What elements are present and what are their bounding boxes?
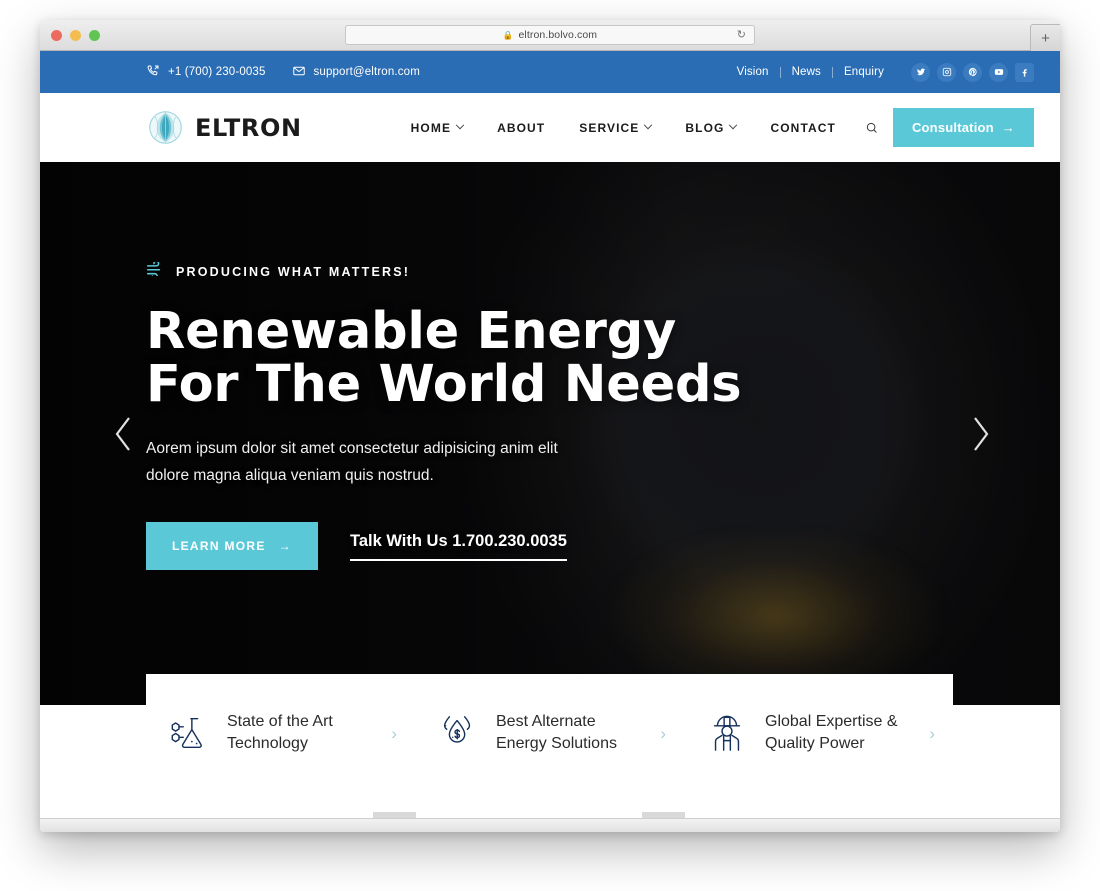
minimize-window-button[interactable]	[70, 29, 81, 41]
hero-prev-button[interactable]	[102, 412, 146, 456]
chevron-right-icon[interactable]: ›	[929, 725, 935, 742]
reload-icon[interactable]: ↻	[737, 29, 746, 41]
consultation-button[interactable]: Consultation →	[892, 108, 1034, 147]
chevron-right-icon[interactable]: ›	[660, 725, 666, 742]
brand-name: ELTRON	[195, 113, 302, 142]
phone-icon	[146, 64, 160, 81]
lock-icon: 🔒	[502, 29, 514, 40]
topbar-link-news[interactable]: News	[781, 66, 832, 78]
hero-actions: LEARN MORE → Talk With Us 1.700.230.0035	[146, 522, 741, 571]
worker-hardhat-icon	[706, 712, 748, 754]
chevron-down-icon	[729, 120, 738, 129]
hero-eyebrow-text: PRODUCING WHAT MATTERS!	[176, 264, 411, 279]
nav-item-home[interactable]: HOME	[394, 120, 480, 135]
topbar-contact-group: +1 (700) 230-0035 support@eltron.com	[146, 64, 420, 81]
feature-title: Global Expertise & Quality Power	[765, 712, 898, 752]
browser-chrome-bar: 🔒 eltron.bolvo.com ↻ +	[40, 20, 1060, 51]
hero-content: PRODUCING WHAT MATTERS! Renewable Energy…	[146, 260, 742, 571]
close-window-button[interactable]	[51, 29, 62, 41]
search-icon[interactable]	[865, 121, 879, 135]
feature-card-technology[interactable]: State of the Art Technology ›	[146, 711, 415, 755]
learn-more-button[interactable]: LEARN MORE →	[146, 522, 318, 571]
nav-label: CONTACT	[770, 120, 836, 135]
address-bar[interactable]: 🔒 eltron.bolvo.com ↻	[345, 25, 755, 45]
topbar-link-enquiry[interactable]: Enquiry	[833, 66, 895, 78]
nav-label: SERVICE	[579, 120, 640, 135]
consultation-label: Consultation	[911, 120, 994, 135]
email-link[interactable]: support@eltron.com	[292, 64, 420, 81]
phone-text: +1 (700) 230-0035	[168, 66, 266, 78]
topbar-links-group: Vision News Enquiry	[726, 62, 1034, 82]
new-tab-button[interactable]: +	[1030, 24, 1060, 51]
arrow-right-icon: →	[278, 539, 292, 554]
nav-label: ABOUT	[497, 120, 546, 135]
brand-logo[interactable]: ELTRON	[148, 110, 302, 145]
chevron-right-icon[interactable]: ›	[391, 725, 397, 742]
phone-link[interactable]: +1 (700) 230-0035	[146, 64, 266, 81]
site-topbar: +1 (700) 230-0035 support@eltron.com Vis…	[40, 51, 1060, 93]
youtube-icon[interactable]	[989, 62, 1008, 82]
email-text: support@eltron.com	[313, 66, 420, 78]
water-drops-dollar-icon	[437, 712, 479, 754]
hero-title-line2: For The World Needs	[146, 355, 742, 415]
hero-title: Renewable Energy For The World Needs	[146, 302, 742, 415]
nav-label: BLOG	[685, 120, 725, 135]
nav-item-blog[interactable]: BLOG	[668, 120, 753, 135]
mail-icon	[292, 64, 306, 81]
feature-title: State of the Art Technology	[227, 712, 333, 752]
maximize-window-button[interactable]	[89, 29, 100, 41]
nav-label: HOME	[410, 120, 452, 135]
nav-item-service[interactable]: SERVICE	[562, 120, 668, 135]
chevron-down-icon	[644, 120, 653, 129]
arrow-right-icon: →	[1001, 120, 1015, 135]
features-card: State of the Art Technology › Best Alter…	[146, 674, 953, 792]
instagram-icon[interactable]	[937, 62, 956, 82]
main-navigation: HOME ABOUT SERVICE BLOG CONTACT Consulta…	[394, 108, 1034, 147]
hero-title-line1: Renewable Energy	[146, 302, 677, 361]
browser-window: 🔒 eltron.bolvo.com ↻ + +1 (700) 230-0035	[40, 20, 1060, 832]
hero-description: Aorem ipsum dolor sit amet consectetur a…	[146, 440, 558, 485]
hero-next-button[interactable]	[958, 412, 1002, 456]
chevron-down-icon	[455, 120, 465, 129]
twitter-icon[interactable]	[911, 62, 930, 82]
feature-card-energy-solutions[interactable]: Best Alternate Energy Solutions ›	[415, 711, 684, 755]
facebook-icon[interactable]	[1015, 62, 1034, 82]
pinterest-icon[interactable]	[963, 62, 982, 82]
site-header: ELTRON HOME ABOUT SERVICE BLOG CONTACT C…	[40, 93, 1060, 162]
leaf-globe-logo-icon	[148, 110, 183, 145]
feature-card-global-expertise[interactable]: Global Expertise & Quality Power ›	[684, 711, 953, 755]
window-bottom-edge	[40, 818, 1060, 832]
topbar-link-vision[interactable]: Vision	[726, 66, 780, 78]
hero-slider: PRODUCING WHAT MATTERS! Renewable Energy…	[40, 162, 1060, 705]
talk-with-us-link[interactable]: Talk With Us 1.700.230.0035	[349, 532, 567, 561]
url-text: eltron.bolvo.com	[518, 29, 598, 41]
wind-icon	[146, 260, 165, 281]
learn-more-label: LEARN MORE	[172, 539, 266, 554]
social-links	[911, 62, 1034, 82]
nav-item-contact[interactable]: CONTACT	[753, 121, 852, 135]
traffic-lights	[51, 29, 100, 41]
features-section: State of the Art Technology › Best Alter…	[40, 674, 1060, 832]
flask-molecule-icon	[168, 712, 210, 754]
nav-item-about[interactable]: ABOUT	[480, 121, 562, 135]
hero-eyebrow: PRODUCING WHAT MATTERS!	[146, 260, 741, 281]
feature-title: Best Alternate Energy Solutions	[496, 712, 617, 752]
